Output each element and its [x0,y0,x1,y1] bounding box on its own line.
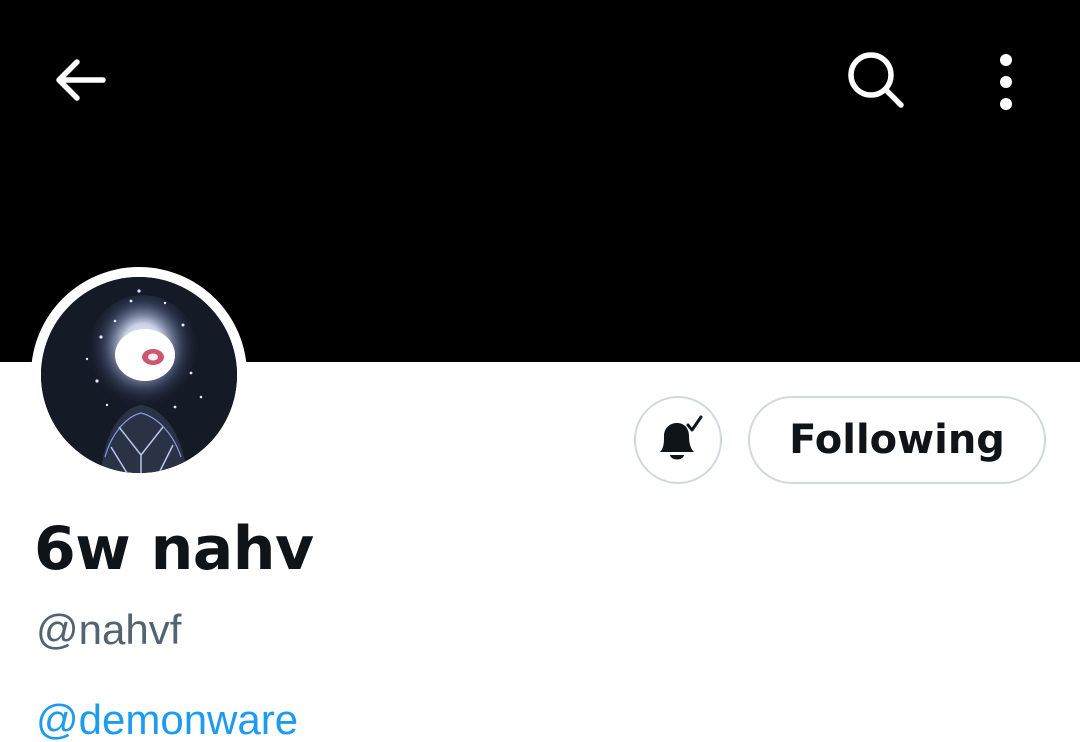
back-button[interactable] [40,44,120,116]
bell-checked-icon [660,415,703,460]
profile-page: Following 6w nahv @nahvf @demonware [0,0,1080,742]
more-vertical-icon [1000,54,1012,110]
search-button[interactable] [836,40,916,120]
following-button-label: Following [789,417,1005,463]
search-icon [848,52,904,108]
display-name: 6w nahv [34,514,314,584]
profile-avatar-image [41,277,237,473]
user-handle: @nahvf [36,606,182,653]
notifications-button[interactable] [634,396,722,484]
bio-mention-link[interactable]: @demonware [36,696,298,742]
avatar[interactable] [41,277,237,473]
arrow-left-icon [56,59,106,101]
following-button[interactable]: Following [748,396,1046,484]
more-options-button[interactable] [976,40,1036,124]
